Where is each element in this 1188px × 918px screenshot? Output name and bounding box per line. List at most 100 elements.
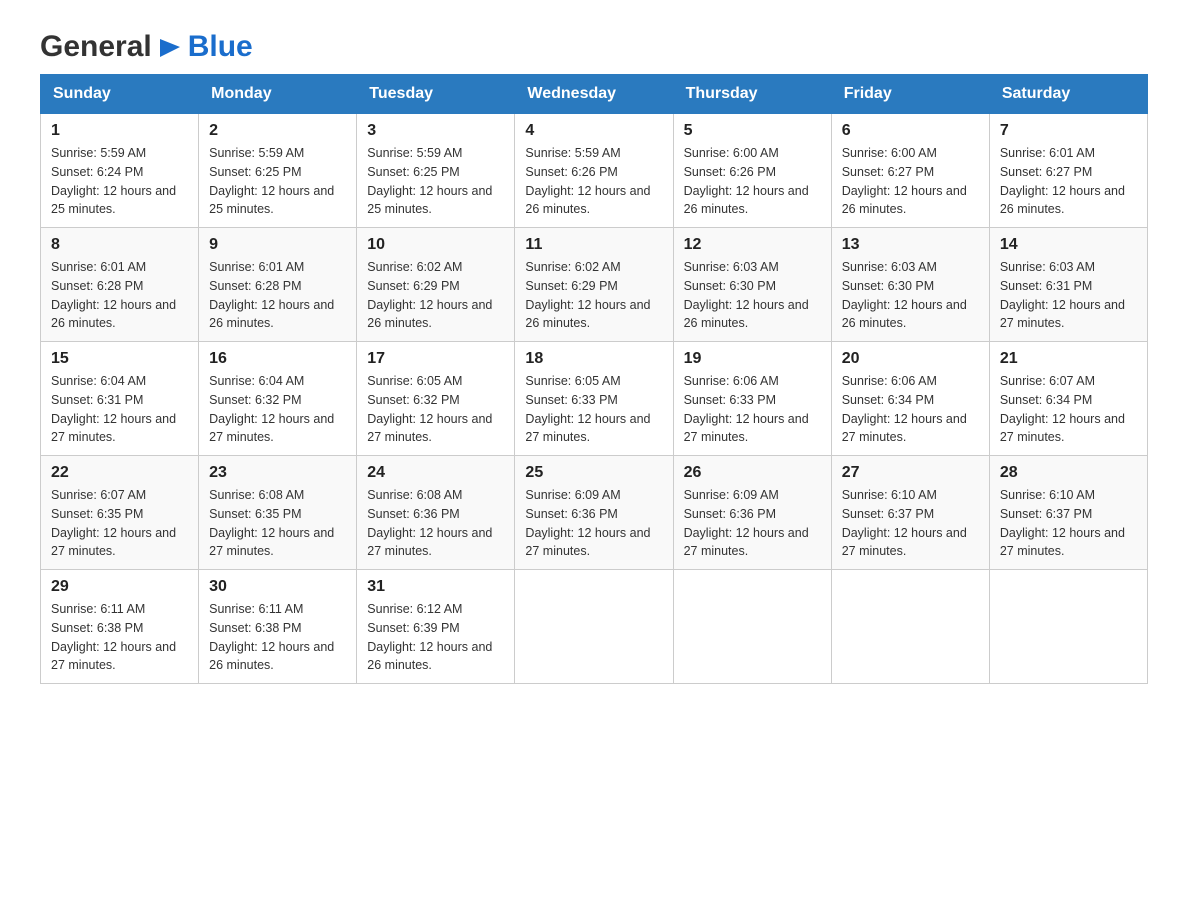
- day-info: Sunrise: 6:03 AMSunset: 6:30 PMDaylight:…: [842, 260, 967, 330]
- day-number: 25: [525, 464, 662, 482]
- day-info: Sunrise: 6:02 AMSunset: 6:29 PMDaylight:…: [367, 260, 492, 330]
- day-number: 24: [367, 464, 504, 482]
- calendar-cell: 3 Sunrise: 5:59 AMSunset: 6:25 PMDayligh…: [357, 114, 515, 228]
- calendar-cell: 14 Sunrise: 6:03 AMSunset: 6:31 PMDaylig…: [989, 228, 1147, 342]
- calendar-cell: 27 Sunrise: 6:10 AMSunset: 6:37 PMDaylig…: [831, 456, 989, 570]
- calendar-cell: 21 Sunrise: 6:07 AMSunset: 6:34 PMDaylig…: [989, 342, 1147, 456]
- header-tuesday: Tuesday: [357, 75, 515, 114]
- logo-general-text: General: [40, 30, 152, 64]
- day-number: 16: [209, 350, 346, 368]
- day-number: 26: [684, 464, 821, 482]
- calendar-cell: [673, 570, 831, 684]
- day-info: Sunrise: 6:01 AMSunset: 6:28 PMDaylight:…: [209, 260, 334, 330]
- day-number: 14: [1000, 236, 1137, 254]
- logo: General Blue: [40, 30, 253, 64]
- week-row-3: 15 Sunrise: 6:04 AMSunset: 6:31 PMDaylig…: [41, 342, 1148, 456]
- day-number: 11: [525, 236, 662, 254]
- week-row-1: 1 Sunrise: 5:59 AMSunset: 6:24 PMDayligh…: [41, 114, 1148, 228]
- day-number: 29: [51, 578, 188, 596]
- calendar-cell: 31 Sunrise: 6:12 AMSunset: 6:39 PMDaylig…: [357, 570, 515, 684]
- day-info: Sunrise: 6:03 AMSunset: 6:30 PMDaylight:…: [684, 260, 809, 330]
- week-row-5: 29 Sunrise: 6:11 AMSunset: 6:38 PMDaylig…: [41, 570, 1148, 684]
- day-number: 18: [525, 350, 662, 368]
- day-number: 27: [842, 464, 979, 482]
- calendar-cell: 11 Sunrise: 6:02 AMSunset: 6:29 PMDaylig…: [515, 228, 673, 342]
- day-info: Sunrise: 6:08 AMSunset: 6:36 PMDaylight:…: [367, 488, 492, 558]
- header-monday: Monday: [199, 75, 357, 114]
- day-number: 9: [209, 236, 346, 254]
- day-info: Sunrise: 5:59 AMSunset: 6:25 PMDaylight:…: [367, 146, 492, 216]
- logo-blue-text: Blue: [188, 30, 253, 64]
- day-info: Sunrise: 6:10 AMSunset: 6:37 PMDaylight:…: [1000, 488, 1125, 558]
- header-saturday: Saturday: [989, 75, 1147, 114]
- day-number: 22: [51, 464, 188, 482]
- calendar-cell: 7 Sunrise: 6:01 AMSunset: 6:27 PMDayligh…: [989, 114, 1147, 228]
- day-info: Sunrise: 6:05 AMSunset: 6:32 PMDaylight:…: [367, 374, 492, 444]
- header-friday: Friday: [831, 75, 989, 114]
- day-number: 15: [51, 350, 188, 368]
- day-number: 8: [51, 236, 188, 254]
- day-info: Sunrise: 5:59 AMSunset: 6:25 PMDaylight:…: [209, 146, 334, 216]
- calendar-cell: 10 Sunrise: 6:02 AMSunset: 6:29 PMDaylig…: [357, 228, 515, 342]
- calendar-cell: [831, 570, 989, 684]
- week-row-4: 22 Sunrise: 6:07 AMSunset: 6:35 PMDaylig…: [41, 456, 1148, 570]
- calendar-cell: 18 Sunrise: 6:05 AMSunset: 6:33 PMDaylig…: [515, 342, 673, 456]
- calendar-cell: 8 Sunrise: 6:01 AMSunset: 6:28 PMDayligh…: [41, 228, 199, 342]
- day-number: 20: [842, 350, 979, 368]
- day-info: Sunrise: 6:07 AMSunset: 6:35 PMDaylight:…: [51, 488, 176, 558]
- calendar-cell: 12 Sunrise: 6:03 AMSunset: 6:30 PMDaylig…: [673, 228, 831, 342]
- day-number: 19: [684, 350, 821, 368]
- day-info: Sunrise: 6:06 AMSunset: 6:34 PMDaylight:…: [842, 374, 967, 444]
- day-number: 2: [209, 122, 346, 140]
- header-thursday: Thursday: [673, 75, 831, 114]
- page-header: General Blue: [40, 30, 1148, 64]
- calendar-cell: 19 Sunrise: 6:06 AMSunset: 6:33 PMDaylig…: [673, 342, 831, 456]
- calendar-cell: [989, 570, 1147, 684]
- calendar-cell: 23 Sunrise: 6:08 AMSunset: 6:35 PMDaylig…: [199, 456, 357, 570]
- header-wednesday: Wednesday: [515, 75, 673, 114]
- calendar-cell: 4 Sunrise: 5:59 AMSunset: 6:26 PMDayligh…: [515, 114, 673, 228]
- header-sunday: Sunday: [41, 75, 199, 114]
- day-info: Sunrise: 6:12 AMSunset: 6:39 PMDaylight:…: [367, 602, 492, 672]
- calendar-cell: 30 Sunrise: 6:11 AMSunset: 6:38 PMDaylig…: [199, 570, 357, 684]
- calendar-cell: 28 Sunrise: 6:10 AMSunset: 6:37 PMDaylig…: [989, 456, 1147, 570]
- calendar-cell: 25 Sunrise: 6:09 AMSunset: 6:36 PMDaylig…: [515, 456, 673, 570]
- calendar-cell: [515, 570, 673, 684]
- day-number: 28: [1000, 464, 1137, 482]
- day-info: Sunrise: 6:08 AMSunset: 6:35 PMDaylight:…: [209, 488, 334, 558]
- calendar-table: SundayMondayTuesdayWednesdayThursdayFrid…: [40, 74, 1148, 684]
- day-info: Sunrise: 6:04 AMSunset: 6:31 PMDaylight:…: [51, 374, 176, 444]
- day-info: Sunrise: 6:11 AMSunset: 6:38 PMDaylight:…: [209, 602, 334, 672]
- day-info: Sunrise: 6:09 AMSunset: 6:36 PMDaylight:…: [684, 488, 809, 558]
- day-info: Sunrise: 6:00 AMSunset: 6:26 PMDaylight:…: [684, 146, 809, 216]
- day-number: 1: [51, 122, 188, 140]
- day-number: 17: [367, 350, 504, 368]
- calendar-cell: 22 Sunrise: 6:07 AMSunset: 6:35 PMDaylig…: [41, 456, 199, 570]
- day-number: 6: [842, 122, 979, 140]
- day-number: 13: [842, 236, 979, 254]
- day-info: Sunrise: 6:01 AMSunset: 6:28 PMDaylight:…: [51, 260, 176, 330]
- calendar-cell: 24 Sunrise: 6:08 AMSunset: 6:36 PMDaylig…: [357, 456, 515, 570]
- day-number: 23: [209, 464, 346, 482]
- day-number: 5: [684, 122, 821, 140]
- day-info: Sunrise: 6:06 AMSunset: 6:33 PMDaylight:…: [684, 374, 809, 444]
- calendar-cell: 2 Sunrise: 5:59 AMSunset: 6:25 PMDayligh…: [199, 114, 357, 228]
- day-info: Sunrise: 6:04 AMSunset: 6:32 PMDaylight:…: [209, 374, 334, 444]
- logo-triangle-icon: [154, 31, 186, 63]
- day-info: Sunrise: 6:05 AMSunset: 6:33 PMDaylight:…: [525, 374, 650, 444]
- day-info: Sunrise: 6:07 AMSunset: 6:34 PMDaylight:…: [1000, 374, 1125, 444]
- calendar-cell: 15 Sunrise: 6:04 AMSunset: 6:31 PMDaylig…: [41, 342, 199, 456]
- day-info: Sunrise: 6:09 AMSunset: 6:36 PMDaylight:…: [525, 488, 650, 558]
- day-number: 12: [684, 236, 821, 254]
- calendar-cell: 16 Sunrise: 6:04 AMSunset: 6:32 PMDaylig…: [199, 342, 357, 456]
- day-info: Sunrise: 6:03 AMSunset: 6:31 PMDaylight:…: [1000, 260, 1125, 330]
- day-number: 21: [1000, 350, 1137, 368]
- calendar-cell: 1 Sunrise: 5:59 AMSunset: 6:24 PMDayligh…: [41, 114, 199, 228]
- day-number: 31: [367, 578, 504, 596]
- day-info: Sunrise: 6:02 AMSunset: 6:29 PMDaylight:…: [525, 260, 650, 330]
- calendar-cell: 9 Sunrise: 6:01 AMSunset: 6:28 PMDayligh…: [199, 228, 357, 342]
- day-info: Sunrise: 5:59 AMSunset: 6:26 PMDaylight:…: [525, 146, 650, 216]
- day-info: Sunrise: 6:11 AMSunset: 6:38 PMDaylight:…: [51, 602, 176, 672]
- day-number: 4: [525, 122, 662, 140]
- weekday-header-row: SundayMondayTuesdayWednesdayThursdayFrid…: [41, 75, 1148, 114]
